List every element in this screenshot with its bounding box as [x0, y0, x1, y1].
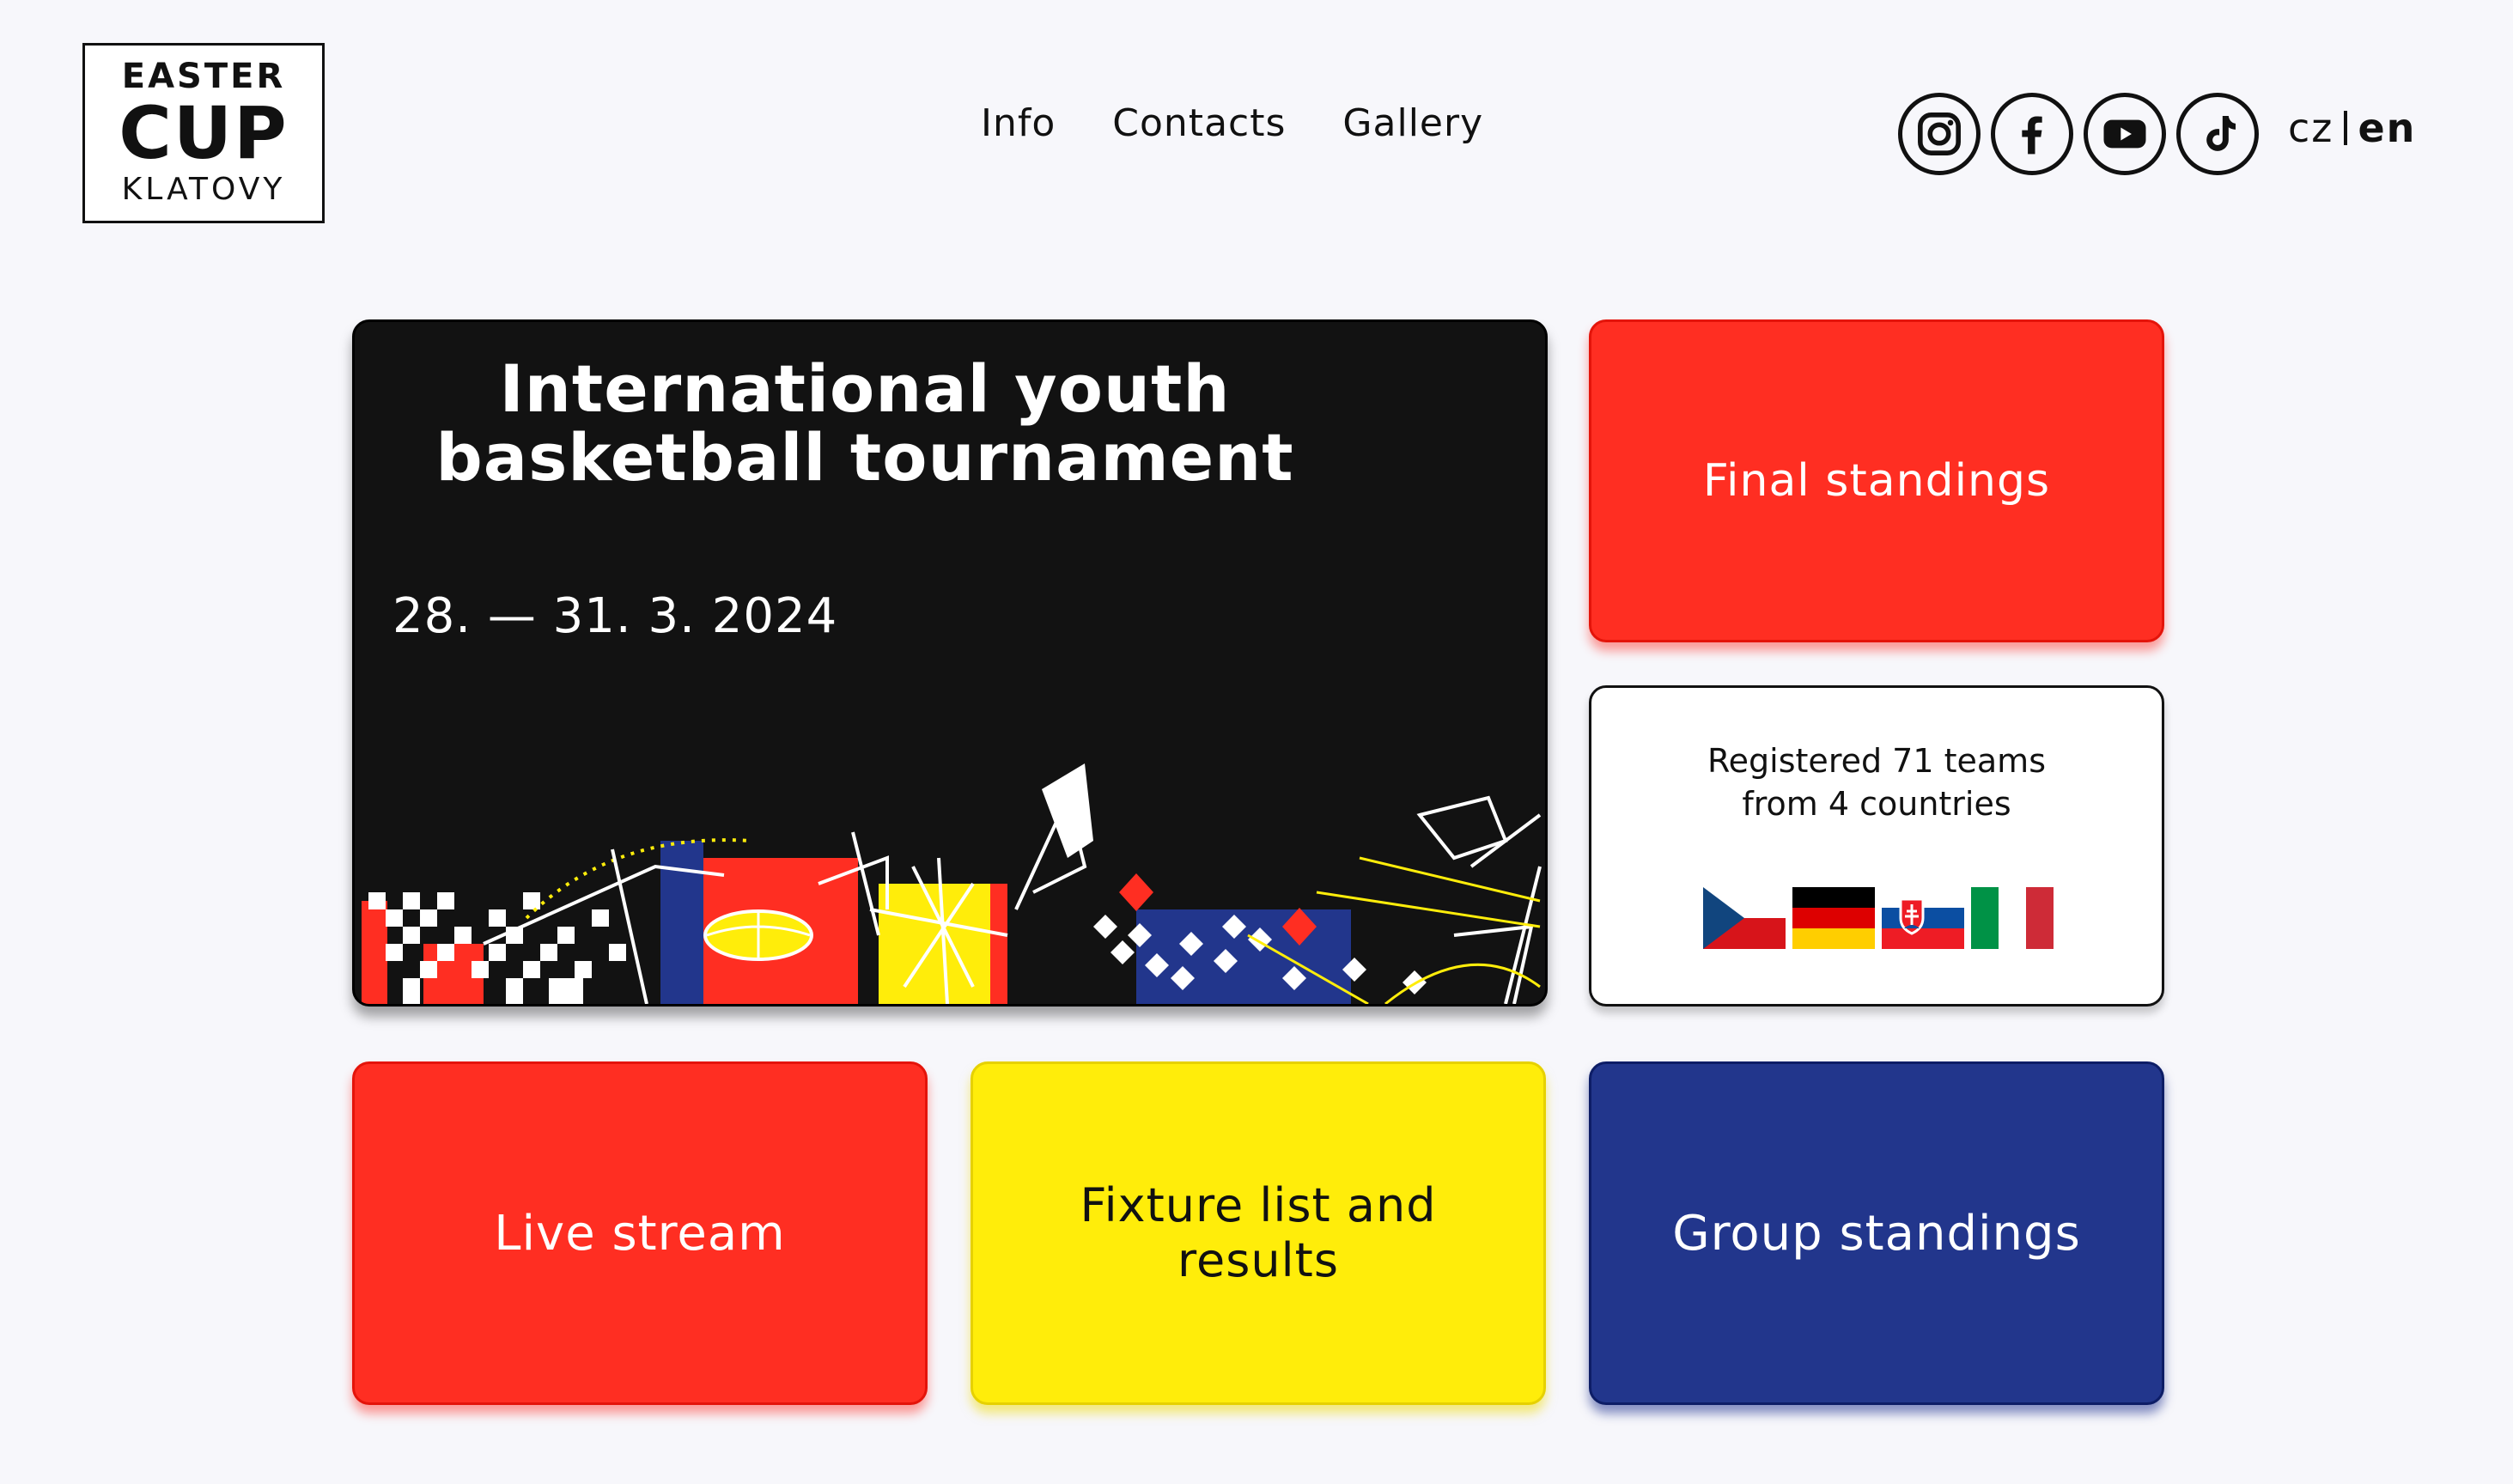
czech-flag — [1703, 887, 1786, 949]
hero-date: 28. — 31. 3. 2024 — [392, 588, 838, 644]
language-switch: cz en — [2288, 105, 2416, 151]
slovak-flag — [1882, 887, 1964, 949]
final-standings-button[interactable]: Final standings — [1589, 319, 2164, 642]
country-flags — [1703, 887, 2054, 949]
registered-text: Registered 71 teams from 4 countries — [1591, 739, 2162, 825]
lang-cz[interactable]: cz — [2288, 105, 2334, 151]
registered-line-2: from 4 countries — [1742, 785, 2011, 823]
group-standings-button[interactable]: Group standings — [1589, 1061, 2164, 1405]
youtube-icon[interactable] — [2084, 93, 2166, 175]
italian-flag — [1971, 887, 2054, 949]
fixture-list-button[interactable]: Fixture list and results — [971, 1061, 1546, 1405]
logo-line-2: CUP — [119, 91, 289, 175]
german-flag — [1792, 887, 1875, 949]
hero-title: International youth basketball tournamen… — [435, 350, 1294, 496]
tiktok-icon[interactable] — [2176, 93, 2259, 175]
facebook-icon[interactable] — [1991, 93, 2073, 175]
live-stream-button[interactable]: Live stream — [352, 1061, 928, 1405]
hero-card: International youth basketball tournamen… — [352, 319, 1548, 1007]
hero-illustration — [362, 763, 1542, 1004]
nav-info[interactable]: Info — [981, 101, 1056, 145]
registered-teams-card: Registered 71 teams from 4 countries — [1589, 685, 2164, 1007]
social-links — [1898, 93, 2259, 175]
nav-contacts[interactable]: Contacts — [1112, 101, 1286, 145]
group-standings-label: Group standings — [1672, 1205, 2081, 1262]
nav-gallery[interactable]: Gallery — [1342, 101, 1483, 145]
logo[interactable]: EASTER CUP KLATOVY — [82, 43, 325, 223]
instagram-icon[interactable] — [1898, 93, 1981, 175]
lang-en[interactable]: en — [2358, 105, 2416, 151]
logo-line-3: KLATOVY — [121, 172, 286, 207]
main-nav: Info Contacts Gallery — [981, 101, 1483, 145]
lang-separator — [2344, 111, 2348, 145]
live-stream-label: Live stream — [494, 1205, 786, 1262]
registered-line-1: Registered 71 teams — [1707, 742, 2046, 780]
final-standings-label: Final standings — [1702, 455, 2051, 507]
fixture-list-label: Fixture list and results — [1080, 1178, 1437, 1287]
